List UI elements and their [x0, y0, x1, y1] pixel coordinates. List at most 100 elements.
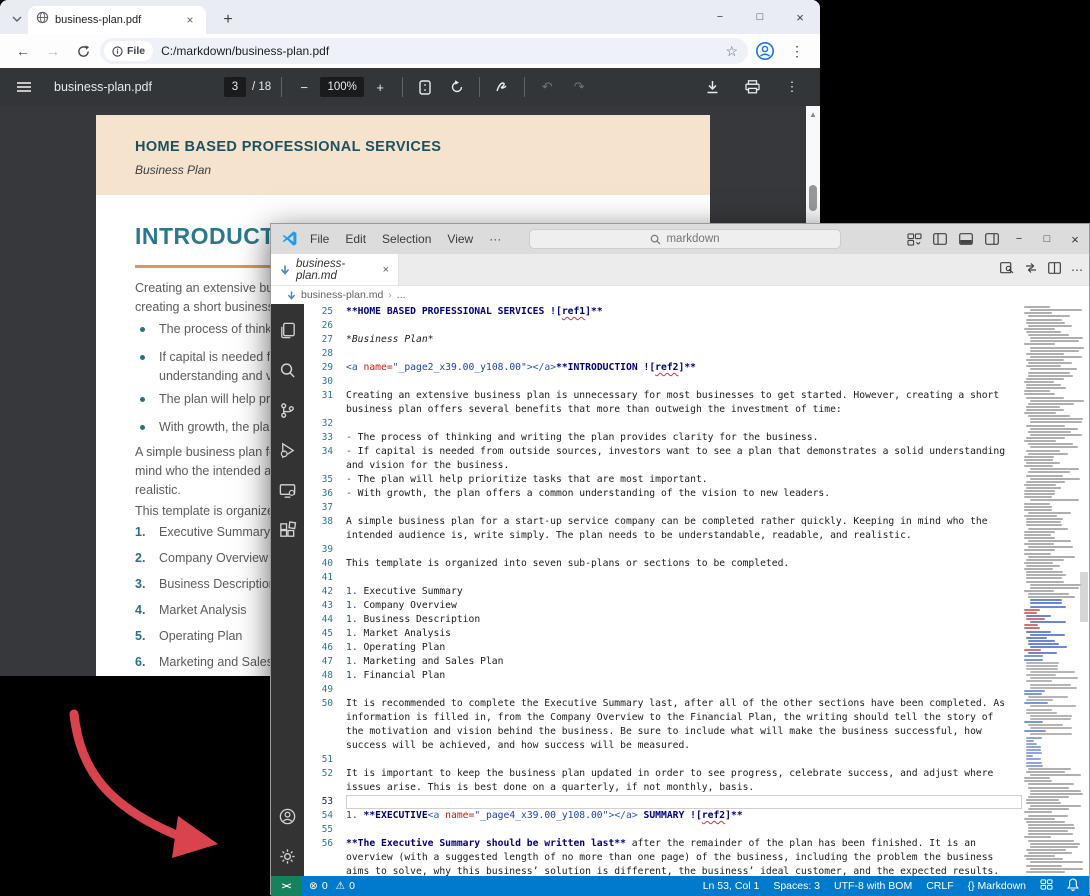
- download-icon[interactable]: [700, 75, 724, 99]
- browser-maximize-button[interactable]: □: [740, 0, 780, 34]
- breadcrumb-file[interactable]: business-plan.md: [301, 289, 383, 301]
- code-line[interactable]: 55: [304, 823, 1022, 837]
- extensions-icon[interactable]: [271, 510, 304, 550]
- indentation[interactable]: Spaces: 3: [773, 880, 820, 892]
- code-line[interactable]: 31Creating an extensive business plan is…: [304, 389, 1022, 403]
- source-control-icon[interactable]: [271, 390, 304, 430]
- code-line[interactable]: 461. Operating Plan: [304, 641, 1022, 655]
- toggle-panel-icon[interactable]: [953, 224, 979, 254]
- settings-gear-icon[interactable]: [271, 836, 304, 876]
- code-line[interactable]: 451. Market Analysis: [304, 627, 1022, 641]
- code-line[interactable]: 34- If capital is needed from outside so…: [304, 445, 1022, 459]
- redo-icon[interactable]: ↷: [567, 75, 591, 99]
- code-line[interactable]: success will be achieved, and how succes…: [304, 739, 1022, 753]
- split-editor-icon[interactable]: [1048, 261, 1061, 279]
- reload-button[interactable]: [70, 38, 96, 64]
- url-text[interactable]: C:/markdown/business-plan.pdf: [161, 44, 717, 58]
- annotate-pen-icon[interactable]: [490, 75, 514, 99]
- tab-search-button[interactable]: [8, 10, 26, 26]
- editor-scrollbar[interactable]: [1079, 304, 1089, 876]
- explorer-icon[interactable]: [271, 310, 304, 350]
- code-line[interactable]: information is filled in, from the Compa…: [304, 711, 1022, 725]
- back-button[interactable]: ←: [10, 38, 36, 64]
- zoom-level[interactable]: 100%: [320, 77, 364, 97]
- browser-close-button[interactable]: ×: [780, 0, 820, 34]
- code-line[interactable]: 39: [304, 543, 1022, 557]
- toggle-sidebar-icon[interactable]: [927, 224, 953, 254]
- code-line[interactable]: 37: [304, 501, 1022, 515]
- menu-selection[interactable]: Selection: [375, 230, 438, 248]
- code-line[interactable]: overview (with a suggested length of no …: [304, 851, 1022, 865]
- search-sidebar-icon[interactable]: [271, 350, 304, 390]
- menu-view[interactable]: View: [440, 230, 480, 248]
- code-line[interactable]: 33- The process of thinking and writing …: [304, 431, 1022, 445]
- eol-sequence[interactable]: CRLF: [926, 880, 953, 892]
- language-mode[interactable]: {} Markdown: [968, 880, 1026, 892]
- bookmark-star-icon[interactable]: ☆: [725, 43, 738, 60]
- vscode-maximize-button[interactable]: □: [1033, 224, 1061, 254]
- code-line[interactable]: intended audience is, write simply. The …: [304, 529, 1022, 543]
- code-line[interactable]: 35- The plan will help prioritize tasks …: [304, 473, 1022, 487]
- code-line[interactable]: 38A simple business plan for a start-up …: [304, 515, 1022, 529]
- code-line[interactable]: 441. Business Description: [304, 613, 1022, 627]
- minimap[interactable]: [1022, 304, 1079, 876]
- breadcrumb[interactable]: business-plan.md › ...: [271, 286, 1089, 304]
- print-icon[interactable]: [740, 75, 764, 99]
- code-line[interactable]: 53: [304, 795, 1022, 809]
- code-line[interactable]: 41: [304, 571, 1022, 585]
- editor-scrollbar-thumb[interactable]: [1080, 572, 1088, 622]
- remote-indicator[interactable]: ><: [271, 876, 301, 896]
- layout-grid-dropdown-icon[interactable]: [901, 224, 927, 254]
- tab-more-actions-icon[interactable]: ⋯: [1071, 263, 1083, 277]
- pdf-menu-hamburger-icon[interactable]: [12, 75, 36, 99]
- remote-explorer-icon[interactable]: [271, 470, 304, 510]
- editor-tab[interactable]: business-plan.md ×: [271, 254, 399, 285]
- code-line[interactable]: 40This template is organized into seven …: [304, 557, 1022, 571]
- code-line[interactable]: aims to solve, why this business’ soluti…: [304, 865, 1022, 876]
- code-line[interactable]: 32: [304, 417, 1022, 431]
- notifications-bell-icon[interactable]: [1067, 878, 1079, 894]
- profile-avatar[interactable]: [752, 38, 778, 64]
- account-icon[interactable]: [271, 796, 304, 836]
- editor-tab-close-icon[interactable]: ×: [383, 264, 389, 276]
- zoom-out-button[interactable]: −: [292, 75, 316, 99]
- browser-minimize-button[interactable]: −: [700, 0, 740, 34]
- code-line[interactable]: and vision for the business.: [304, 459, 1022, 473]
- code-line[interactable]: 29<a name="_page2_x39.00_y108.00"></a>**…: [304, 361, 1022, 375]
- code-line[interactable]: business plan offers several benefits th…: [304, 403, 1022, 417]
- menu-file[interactable]: File: [303, 230, 336, 248]
- code-line[interactable]: 541. **EXECUTIVE<a name="_page4_x39.00_y…: [304, 809, 1022, 823]
- forward-button[interactable]: →: [40, 38, 66, 64]
- code-line[interactable]: 50It is recommended to complete the Exec…: [304, 697, 1022, 711]
- toggle-secondary-sidebar-icon[interactable]: [979, 224, 1005, 254]
- code-line[interactable]: 52It is important to keep the business p…: [304, 767, 1022, 781]
- code-line[interactable]: 30: [304, 375, 1022, 389]
- browser-menu-kebab-icon[interactable]: ⋮: [784, 38, 810, 64]
- layout-status-icon[interactable]: [1040, 879, 1053, 893]
- open-changes-icon[interactable]: [1024, 261, 1038, 279]
- code-line[interactable]: 421. Executive Summary: [304, 585, 1022, 599]
- page-number-input[interactable]: 3: [224, 77, 246, 97]
- tab-close-icon[interactable]: ×: [182, 13, 198, 27]
- browser-tab[interactable]: business-plan.pdf ×: [28, 6, 206, 34]
- pdf-more-kebab-icon[interactable]: ⋮: [780, 75, 804, 99]
- browser-scrollbar-thumb[interactable]: [809, 185, 817, 211]
- menu-[interactable]: ···: [482, 230, 508, 248]
- code-line[interactable]: 431. Company Overview: [304, 599, 1022, 613]
- run-debug-icon[interactable]: [271, 430, 304, 470]
- code-line[interactable]: 36- With growth, the plan offers a commo…: [304, 487, 1022, 501]
- code-line[interactable]: 27*Business Plan*: [304, 333, 1022, 347]
- code-line[interactable]: the motivation and vision behind the bus…: [304, 725, 1022, 739]
- code-editor[interactable]: 25**HOME BASED PROFESSIONAL SERVICES ![r…: [304, 305, 1022, 876]
- breadcrumb-more[interactable]: ...: [397, 289, 406, 301]
- vscode-minimize-button[interactable]: −: [1005, 224, 1033, 254]
- scroll-up-arrow-icon[interactable]: ▲: [809, 110, 817, 119]
- vscode-close-button[interactable]: ×: [1061, 224, 1089, 254]
- omnibox[interactable]: File C:/markdown/business-plan.pdf ☆: [100, 38, 748, 64]
- code-line[interactable]: 471. Marketing and Sales Plan: [304, 655, 1022, 669]
- open-preview-icon[interactable]: [1000, 261, 1014, 279]
- zoom-in-button[interactable]: +: [368, 75, 392, 99]
- menu-edit[interactable]: Edit: [338, 230, 373, 248]
- undo-icon[interactable]: ↶: [535, 75, 559, 99]
- code-line[interactable]: 28: [304, 347, 1022, 361]
